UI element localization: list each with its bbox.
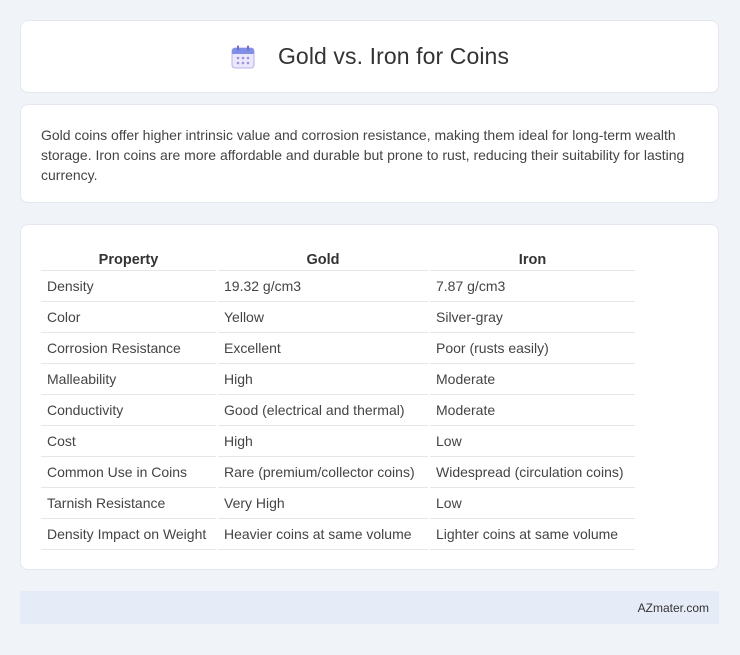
cell-property: Conductivity: [41, 395, 216, 426]
cell-gold: Rare (premium/collector coins): [218, 457, 428, 488]
table-row: Density Impact on Weight Heavier coins a…: [41, 519, 635, 550]
cell-gold: Excellent: [218, 333, 428, 364]
cell-iron: Poor (rusts easily): [430, 333, 635, 364]
cell-iron: Moderate: [430, 395, 635, 426]
cell-iron: Moderate: [430, 364, 635, 395]
cell-iron: Silver-gray: [430, 302, 635, 333]
cell-iron: Widespread (circulation coins): [430, 457, 635, 488]
cell-property: Corrosion Resistance: [41, 333, 216, 364]
header-gold: Gold: [218, 245, 428, 271]
table-row: Cost High Low: [41, 426, 635, 457]
table-row: Corrosion Resistance Excellent Poor (rus…: [41, 333, 635, 364]
cell-property: Density Impact on Weight: [41, 519, 216, 550]
calendar-icon: [230, 44, 256, 70]
cell-gold: 19.32 g/cm3: [218, 271, 428, 302]
table-row: Color Yellow Silver-gray: [41, 302, 635, 333]
header-property: Property: [41, 245, 216, 271]
cell-gold: Very High: [218, 488, 428, 519]
table-row: Tarnish Resistance Very High Low: [41, 488, 635, 519]
table-row: Malleability High Moderate: [41, 364, 635, 395]
title-wrap: Gold vs. Iron for Coins: [230, 43, 509, 70]
cell-gold: High: [218, 426, 428, 457]
comparison-table: Property Gold Iron Density 19.32 g/cm3 7…: [39, 245, 637, 550]
cell-property: Malleability: [41, 364, 216, 395]
table-row: Density 19.32 g/cm3 7.87 g/cm3: [41, 271, 635, 302]
cell-iron: Low: [430, 426, 635, 457]
cell-gold: High: [218, 364, 428, 395]
page-title: Gold vs. Iron for Coins: [277, 43, 510, 69]
cell-iron: 7.87 g/cm3: [430, 271, 635, 302]
comparison-table-card: Property Gold Iron Density 19.32 g/cm3 7…: [20, 224, 719, 570]
footer: AZmater.com: [20, 591, 719, 624]
cell-gold: Yellow: [218, 302, 428, 333]
cell-property: Common Use in Coins: [41, 457, 216, 488]
table-header-row: Property Gold Iron: [41, 245, 635, 271]
header-iron: Iron: [430, 245, 635, 271]
cell-property: Tarnish Resistance: [41, 488, 216, 519]
cell-iron: Low: [430, 488, 635, 519]
cell-property: Cost: [41, 426, 216, 457]
footer-site-link[interactable]: AZmater.com: [638, 601, 709, 615]
summary-text: Gold coins offer higher intrinsic value …: [41, 127, 685, 183]
table-row: Conductivity Good (electrical and therma…: [41, 395, 635, 426]
title-card: Gold vs. Iron for Coins: [20, 20, 719, 93]
table-row: Common Use in Coins Rare (premium/collec…: [41, 457, 635, 488]
cell-property: Density: [41, 271, 216, 302]
cell-gold: Heavier coins at same volume: [218, 519, 428, 550]
summary-card: Gold coins offer higher intrinsic value …: [20, 104, 719, 203]
cell-gold: Good (electrical and thermal): [218, 395, 428, 426]
cell-property: Color: [41, 302, 216, 333]
cell-iron: Lighter coins at same volume: [430, 519, 635, 550]
